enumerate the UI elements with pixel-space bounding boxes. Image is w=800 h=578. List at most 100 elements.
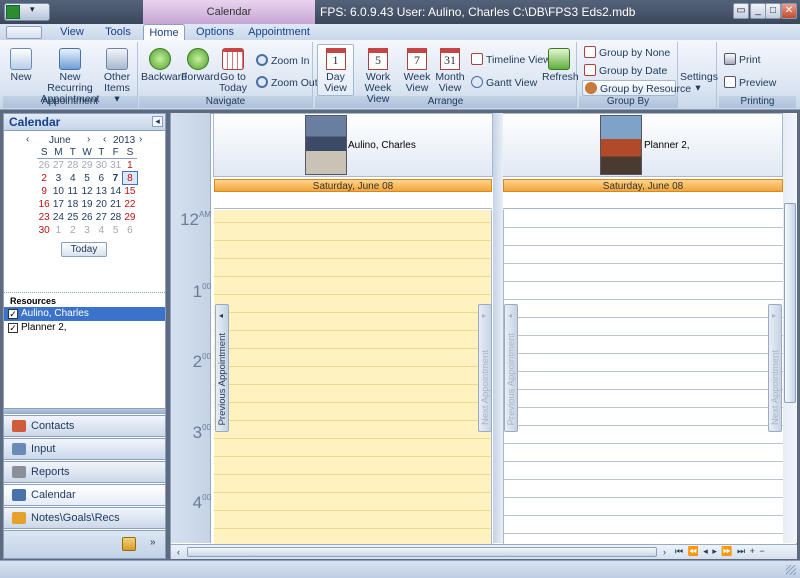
group-by-resource-button[interactable]: Group by Resource bbox=[582, 80, 691, 96]
day-cell[interactable]: 29 bbox=[123, 211, 137, 224]
other-items-button[interactable]: Other Items ▾ bbox=[102, 48, 132, 105]
nav-reports[interactable]: Reports bbox=[3, 461, 166, 483]
resource-navigator[interactable]: ⏮ ⏪ ◂ ▸ ⏩ ⏭ + − bbox=[675, 546, 766, 557]
day-cell[interactable]: 25 bbox=[66, 211, 80, 224]
day-column-aulino[interactable] bbox=[214, 210, 492, 545]
month-view-button[interactable]: 31 Month View bbox=[435, 48, 465, 94]
day-cell[interactable]: 3 bbox=[80, 224, 94, 237]
all-day-area[interactable] bbox=[214, 193, 492, 209]
scroll-thumb[interactable] bbox=[187, 547, 657, 557]
year-next-button[interactable]: › bbox=[139, 134, 142, 145]
file-menu-button[interactable] bbox=[6, 26, 42, 39]
tab-appointment[interactable]: Appointment bbox=[243, 24, 315, 40]
nav-contacts[interactable]: Contacts bbox=[3, 415, 166, 437]
day-cell[interactable]: 4 bbox=[94, 224, 108, 237]
resize-grip-icon[interactable] bbox=[786, 565, 796, 575]
day-cell[interactable]: 24 bbox=[51, 211, 65, 224]
all-day-area[interactable] bbox=[503, 193, 783, 209]
day-cell[interactable]: 26 bbox=[37, 159, 51, 172]
day-cell[interactable]: 27 bbox=[94, 211, 108, 224]
day-cell[interactable]: 2 bbox=[66, 224, 80, 237]
day-cell[interactable]: 27 bbox=[51, 159, 65, 172]
backward-button[interactable]: Backward bbox=[141, 48, 187, 83]
mini-calendar[interactable]: SMTWTFS 26 27 28 29 30 31 1 2 3 4 5 6 7 8 9 10 11 12 13 14 1… bbox=[37, 147, 138, 237]
maximize-button[interactable]: □ bbox=[765, 3, 781, 19]
group-by-none-button[interactable]: Group by None bbox=[584, 46, 670, 59]
tab-tools[interactable]: Tools bbox=[96, 24, 140, 40]
day-cell[interactable]: 28 bbox=[108, 211, 122, 224]
day-column-planner2[interactable] bbox=[503, 210, 783, 545]
checkbox-checked-icon[interactable]: ✓ bbox=[8, 309, 18, 319]
refresh-button[interactable]: Refresh bbox=[542, 48, 579, 83]
day-cell[interactable]: 17 bbox=[51, 198, 65, 211]
previous-appointment-button[interactable]: ◂ Previous Appointment bbox=[504, 304, 518, 432]
restore-icon[interactable]: ▭ bbox=[733, 3, 749, 19]
checkbox-checked-icon[interactable]: ✓ bbox=[8, 323, 18, 333]
configure-buttons-icon[interactable]: » bbox=[150, 537, 156, 548]
day-cell[interactable]: 31 bbox=[108, 159, 122, 172]
go-to-today-button[interactable]: Go to Today bbox=[217, 48, 249, 94]
tab-options[interactable]: Options bbox=[190, 24, 240, 40]
day-cell[interactable]: 1 bbox=[51, 224, 65, 237]
previous-appointment-button[interactable]: ◂ Previous Appointment bbox=[215, 304, 229, 432]
print-button[interactable]: Print bbox=[724, 53, 761, 66]
nav-input[interactable]: Input bbox=[3, 438, 166, 460]
scroll-right-icon[interactable]: › bbox=[663, 547, 666, 557]
day-cell[interactable]: 5 bbox=[108, 224, 122, 237]
resource-item-aulino[interactable]: ✓ Aulino, Charles bbox=[4, 307, 165, 321]
horizontal-scrollbar[interactable]: ‹ › ⏮ ⏪ ◂ ▸ ⏩ ⏭ + − bbox=[171, 544, 797, 559]
day-cell[interactable]: 4 bbox=[66, 172, 80, 185]
next-appointment-button[interactable]: ▸ Next Appointment bbox=[768, 304, 782, 432]
zoom-out-button[interactable]: Zoom Out bbox=[256, 76, 318, 89]
next-appointment-button[interactable]: ▸ Next Appointment bbox=[478, 304, 492, 432]
day-cell[interactable]: 6 bbox=[123, 224, 137, 237]
scroll-thumb[interactable] bbox=[784, 203, 796, 403]
date-header[interactable]: Saturday, June 08 bbox=[503, 179, 783, 192]
today-button[interactable]: Today bbox=[61, 242, 107, 257]
work-week-view-button[interactable]: 5 Work Week View bbox=[356, 48, 400, 105]
resource-header-aulino[interactable]: Aulino, Charles bbox=[213, 113, 493, 177]
day-cell[interactable]: 10 bbox=[51, 185, 65, 198]
day-cell[interactable]: 13 bbox=[94, 185, 108, 198]
day-cell[interactable]: 9 bbox=[37, 185, 51, 198]
close-button[interactable]: ✕ bbox=[781, 3, 797, 19]
day-cell[interactable]: 14 bbox=[108, 185, 122, 198]
nav-notes-goals-recs[interactable]: Notes\Goals\Recs bbox=[3, 507, 166, 529]
preview-button[interactable]: Preview bbox=[724, 76, 776, 89]
zoom-in-button[interactable]: Zoom In bbox=[256, 54, 310, 67]
day-cell[interactable]: 29 bbox=[80, 159, 94, 172]
day-cell[interactable]: 28 bbox=[66, 159, 80, 172]
nav-calendar[interactable]: Calendar bbox=[3, 484, 166, 506]
day-cell[interactable]: 23 bbox=[37, 211, 51, 224]
chevron-down-icon[interactable]: ▾ bbox=[30, 4, 35, 15]
forward-button[interactable]: Forward bbox=[181, 48, 220, 83]
day-cell[interactable]: 6 bbox=[94, 172, 108, 185]
day-cell[interactable]: 11 bbox=[66, 185, 80, 198]
day-cell[interactable]: 20 bbox=[94, 198, 108, 211]
minimize-button[interactable]: _ bbox=[750, 3, 766, 19]
group-by-date-button[interactable]: Group by Date bbox=[584, 64, 667, 77]
day-cell[interactable]: 8 bbox=[122, 171, 138, 185]
settings-button[interactable]: Settings ▾ bbox=[680, 72, 718, 94]
pane-splitter[interactable] bbox=[4, 408, 165, 414]
new-button[interactable]: New bbox=[6, 48, 36, 83]
gantt-view-button[interactable]: Gantt View bbox=[471, 76, 537, 89]
day-cell[interactable]: 7 bbox=[108, 172, 122, 185]
day-cell[interactable]: 18 bbox=[66, 198, 80, 211]
timeline-view-button[interactable]: Timeline View bbox=[471, 53, 551, 66]
resource-header-planner2[interactable]: Planner 2, bbox=[502, 113, 783, 177]
day-cell[interactable]: 19 bbox=[80, 198, 94, 211]
date-header[interactable]: Saturday, June 08 bbox=[214, 179, 492, 192]
vertical-scrollbar[interactable] bbox=[783, 113, 797, 543]
month-prev-button[interactable]: ‹ bbox=[26, 134, 29, 145]
year-prev-button[interactable]: ‹ bbox=[103, 134, 106, 145]
tab-home[interactable]: Home bbox=[143, 24, 185, 40]
day-cell[interactable]: 30 bbox=[94, 159, 108, 172]
app-icon[interactable] bbox=[6, 5, 20, 19]
day-cell[interactable]: 30 bbox=[37, 224, 51, 237]
day-cell[interactable]: 22 bbox=[123, 198, 137, 211]
overflow-nav-icon[interactable] bbox=[122, 537, 136, 551]
day-cell[interactable]: 26 bbox=[80, 211, 94, 224]
day-cell[interactable]: 2 bbox=[37, 172, 51, 185]
day-cell[interactable]: 1 bbox=[123, 159, 137, 172]
